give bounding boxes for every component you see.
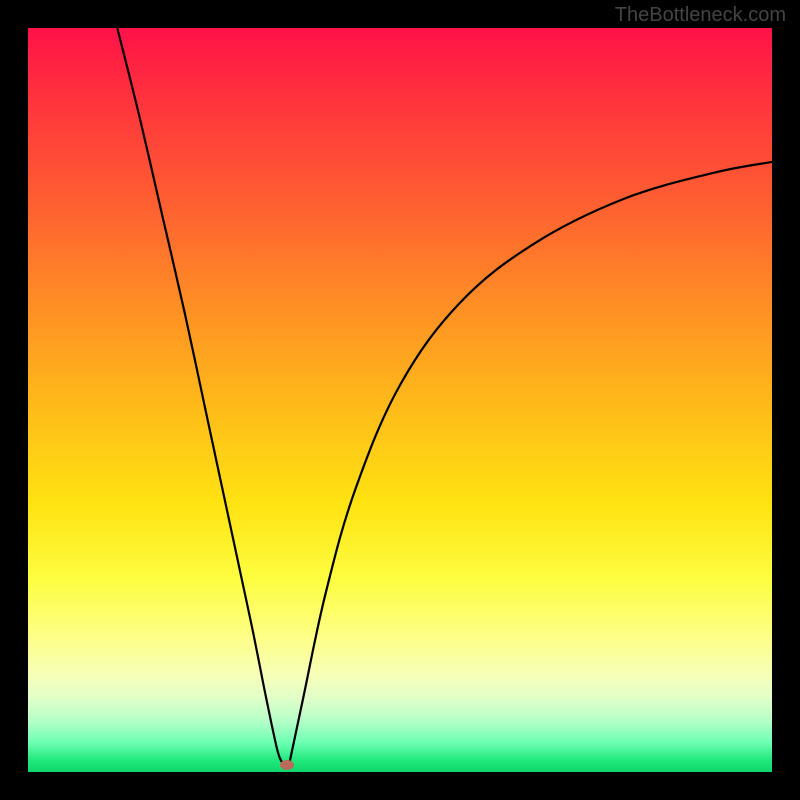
curve-left-branch: [117, 28, 282, 763]
bottleneck-curve: [28, 28, 772, 772]
chart-plot-area: [28, 28, 772, 772]
watermark-text: TheBottleneck.com: [615, 4, 786, 27]
curve-right-branch: [290, 162, 772, 761]
minimum-point-marker: [280, 760, 294, 770]
